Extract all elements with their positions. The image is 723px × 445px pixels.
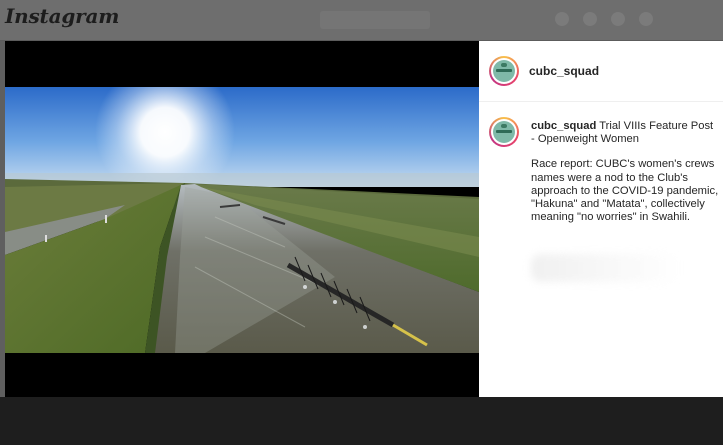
header-nav-icons <box>555 12 653 26</box>
instagram-post-modal-page: Instagram cubc_squad cubc_squad Trial VI… <box>0 0 723 445</box>
post-author-username[interactable]: cubc_squad <box>529 64 599 78</box>
top-navigation-bar: Instagram <box>0 0 723 41</box>
post-media-panel <box>5 41 479 397</box>
caption-text: cubc_squad Trial VIIIs Feature Post - Op… <box>531 120 719 224</box>
faded-comment-placeholder <box>531 254 681 282</box>
caption-body: Race report: CUBC's women's crews names … <box>531 158 719 224</box>
heart-icon[interactable] <box>639 12 653 26</box>
profile-avatar[interactable] <box>489 56 519 86</box>
caption-username[interactable]: cubc_squad <box>531 120 596 132</box>
cubc-logo-icon <box>493 121 515 143</box>
instagram-logo[interactable]: Instagram <box>5 4 119 28</box>
explore-icon[interactable] <box>611 12 625 26</box>
bottom-dark-strip <box>0 397 723 445</box>
caption-avatar[interactable] <box>489 117 519 147</box>
post-side-panel: cubc_squad cubc_squad Trial VIIIs Featur… <box>479 41 723 397</box>
search-input[interactable] <box>320 11 430 29</box>
post-video[interactable] <box>5 87 479 353</box>
direct-icon[interactable] <box>583 12 597 26</box>
rowing-aerial-scene <box>5 87 479 353</box>
post-header: cubc_squad <box>479 41 723 102</box>
cubc-logo-icon <box>493 60 515 82</box>
home-icon[interactable] <box>555 12 569 26</box>
